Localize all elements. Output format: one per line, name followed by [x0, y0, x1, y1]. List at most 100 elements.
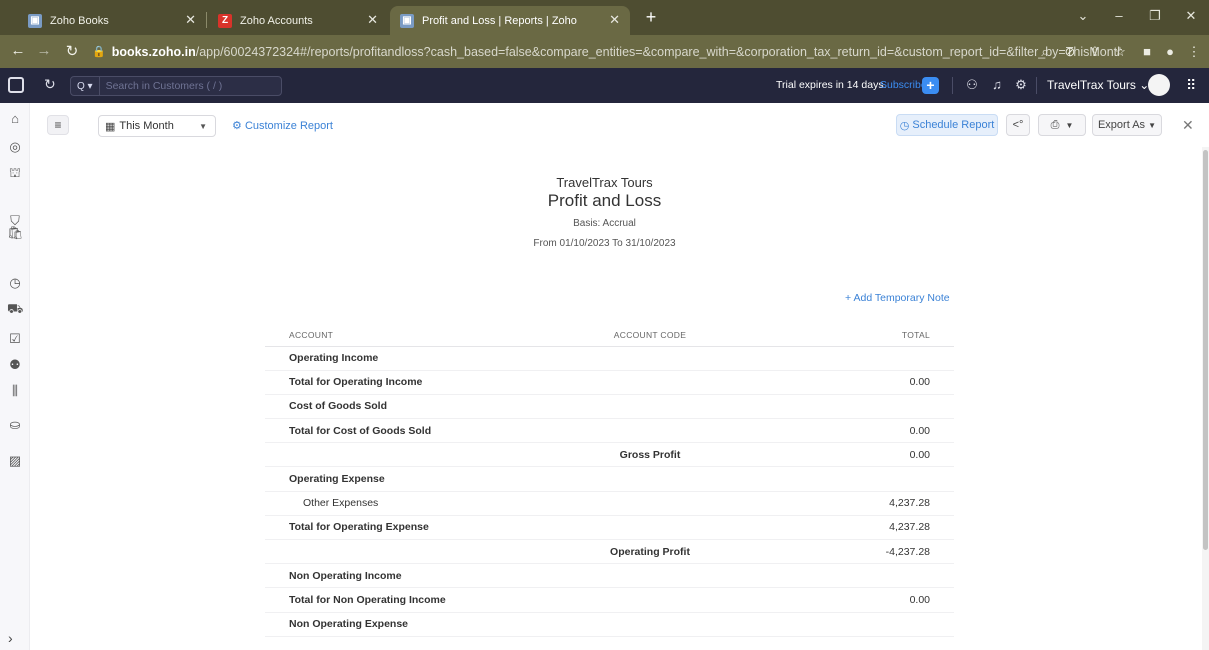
vehicle-icon[interactable]: ⛟ [7, 301, 23, 317]
close-tab-icon[interactable]: ✕ [185, 12, 196, 28]
bookmark-star-icon[interactable]: ☆ [1110, 44, 1130, 60]
account-code-cell: Gross Profit [525, 442, 775, 468]
account-code-cell [525, 563, 775, 589]
clock-icon: ◷ [899, 119, 910, 132]
total-cell[interactable]: 4,237.28 [775, 491, 954, 516]
column-header-total: TOTAL [775, 324, 954, 347]
account-cell: Non Operating Income [265, 563, 525, 589]
table-row: Total for Operating Expense 4,237.28 [265, 515, 954, 541]
reload-icon[interactable]: ↻ [62, 42, 82, 60]
tab-zoho-accounts[interactable]: Z Zoho Accounts ✕ [208, 6, 388, 35]
header-divider [1036, 77, 1037, 94]
address-bar-row: ← → ↻ 🔒 books.zoho.in/app/60024372324#/r… [0, 35, 1209, 68]
org-name: TravelTrax Tours [1047, 78, 1136, 92]
close-tab-icon[interactable]: ✕ [367, 12, 378, 28]
apps-icon[interactable]: ▨ [7, 453, 23, 469]
table-row: Total for Non Operating Income 0.00 [265, 587, 954, 613]
share-icon[interactable]: ⇪ [1085, 44, 1105, 60]
table-row: Cost of Goods Sold [265, 394, 954, 420]
account-code-cell [525, 418, 775, 444]
browser-tab-strip: ▣ Zoho Books ✕ Z Zoho Accounts ✕ ▣ Profi… [0, 0, 1209, 35]
home-icon[interactable]: ⌂ [7, 111, 23, 127]
profit-loss-table: ACCOUNT ACCOUNT CODE TOTAL Operating Inc… [265, 324, 954, 637]
time-tracking-icon[interactable]: ◷ [7, 275, 23, 291]
account-code-cell [525, 491, 775, 516]
close-tab-icon[interactable]: ✕ [609, 12, 620, 28]
total-cell: 0.00 [775, 418, 954, 444]
reports-icon[interactable]: ⫼ [7, 383, 23, 399]
account-code-cell [525, 515, 775, 541]
tab-profit-and-loss[interactable]: ▣ Profit and Loss | Reports | Zoho ✕ [390, 6, 630, 35]
tab-zoho-books[interactable]: ▣ Zoho Books ✕ [18, 6, 206, 35]
header-divider [952, 77, 953, 94]
refresh-icon[interactable]: ↻ [44, 76, 56, 93]
chevron-down-icon: ▼ [1148, 120, 1157, 130]
account-code-cell [525, 612, 775, 637]
users-icon[interactable]: ⚇ [963, 77, 981, 93]
account-cell[interactable]: Other Expenses [265, 491, 525, 516]
total-cell: 0.00 [775, 370, 954, 395]
table-body: Operating Income Total for Operating Inco… [265, 346, 954, 637]
minimize-icon[interactable]: – [1104, 8, 1134, 23]
print-button[interactable]: ⎙ ▼ [1038, 114, 1086, 136]
zoho-books-favicon-icon: ▣ [400, 13, 414, 28]
table-row: Operating Income [265, 346, 954, 371]
quick-create-button[interactable]: + [922, 77, 939, 94]
maximize-icon[interactable]: ❐ [1140, 8, 1170, 24]
accountant-icon[interactable]: ⚉ [7, 357, 23, 373]
report-org-name: TravelTrax Tours [556, 175, 653, 190]
subscribe-link[interactable]: Subscribe [880, 79, 927, 91]
customize-report-link[interactable]: ⚙ Customize Report [232, 119, 333, 132]
total-cell [775, 563, 954, 589]
user-avatar[interactable] [1148, 74, 1170, 96]
browser-menu-icon[interactable]: ⋮ [1184, 44, 1204, 60]
settings-gear-icon[interactable]: ⚙ [1012, 77, 1030, 93]
profile-icon[interactable]: ● [1160, 44, 1180, 59]
sidepanel-icon[interactable]: ■ [1137, 44, 1157, 59]
zoho-books-logo-icon[interactable] [8, 77, 24, 93]
export-as-button[interactable]: Export As ▼ [1092, 114, 1162, 136]
url-field[interactable]: 🔒 books.zoho.in/app/60024372324#/reports… [92, 39, 1122, 64]
close-window-icon[interactable]: ✕ [1176, 8, 1206, 24]
url-host: books.zoho.in [111, 44, 196, 59]
search-box[interactable]: Q ▾ [70, 76, 282, 96]
account-cell [265, 442, 525, 468]
back-icon[interactable]: ← [8, 42, 28, 59]
tab-search-icon[interactable]: ⌄ [1068, 8, 1098, 24]
report-basis: Basis: Accrual [573, 218, 636, 229]
search-icon[interactable]: Q ▾ [71, 77, 100, 95]
items-icon[interactable]: ◎ [7, 139, 23, 155]
schedule-report-button[interactable]: ◷ Schedule Report [896, 114, 998, 136]
account-cell: Total for Cost of Goods Sold [265, 418, 525, 444]
tasks-icon[interactable]: ☑ [7, 331, 23, 347]
table-row[interactable]: Other Expenses 4,237.28 [265, 491, 954, 516]
total-cell [775, 346, 954, 371]
account-cell [265, 539, 525, 565]
account-cell: Total for Operating Expense [265, 515, 525, 541]
share-report-button[interactable]: <° [1006, 114, 1030, 136]
period-value: This Month [119, 120, 174, 132]
expand-sidebar-icon[interactable]: › [8, 630, 13, 646]
period-select[interactable]: ▦ This Month ▼ [98, 115, 216, 137]
notifications-bell-icon[interactable]: ♫ [988, 77, 1006, 92]
close-report-icon[interactable]: ✕ [1182, 117, 1194, 134]
report-menu-button[interactable]: ≡ [47, 115, 69, 135]
organization-switcher[interactable]: TravelTrax Tours ⌄ [1047, 78, 1149, 92]
total-cell: 0.00 [775, 587, 954, 613]
forward-icon[interactable]: → [34, 42, 54, 59]
search-input[interactable] [99, 80, 270, 92]
report-date-range: From 01/10/2023 To 31/10/2023 [533, 238, 676, 249]
zoom-icon[interactable]: ⌕ [1035, 44, 1055, 60]
account-code-cell [525, 466, 775, 492]
report-toolbar: ≡ ▦ This Month ▼ ⚙ Customize Report ◷ Sc… [30, 103, 1209, 147]
schedule-label: Schedule Report [912, 119, 995, 131]
new-tab-button[interactable]: + [640, 6, 662, 28]
total-cell [775, 466, 954, 492]
tracking-icon[interactable]: ⊘ [1060, 44, 1080, 60]
add-temporary-note-link[interactable]: + Add Temporary Note [845, 292, 950, 304]
app-header: ↻ Q ▾ Trial expires in 14 days. Subscrib… [0, 68, 1209, 103]
trial-text: Trial expires in 14 days. [776, 79, 887, 91]
app-launcher-icon[interactable]: ⠿ [1186, 77, 1196, 94]
documents-icon[interactable]: ⛀ [7, 417, 23, 433]
total-cell: 4,237.28 [775, 515, 954, 541]
